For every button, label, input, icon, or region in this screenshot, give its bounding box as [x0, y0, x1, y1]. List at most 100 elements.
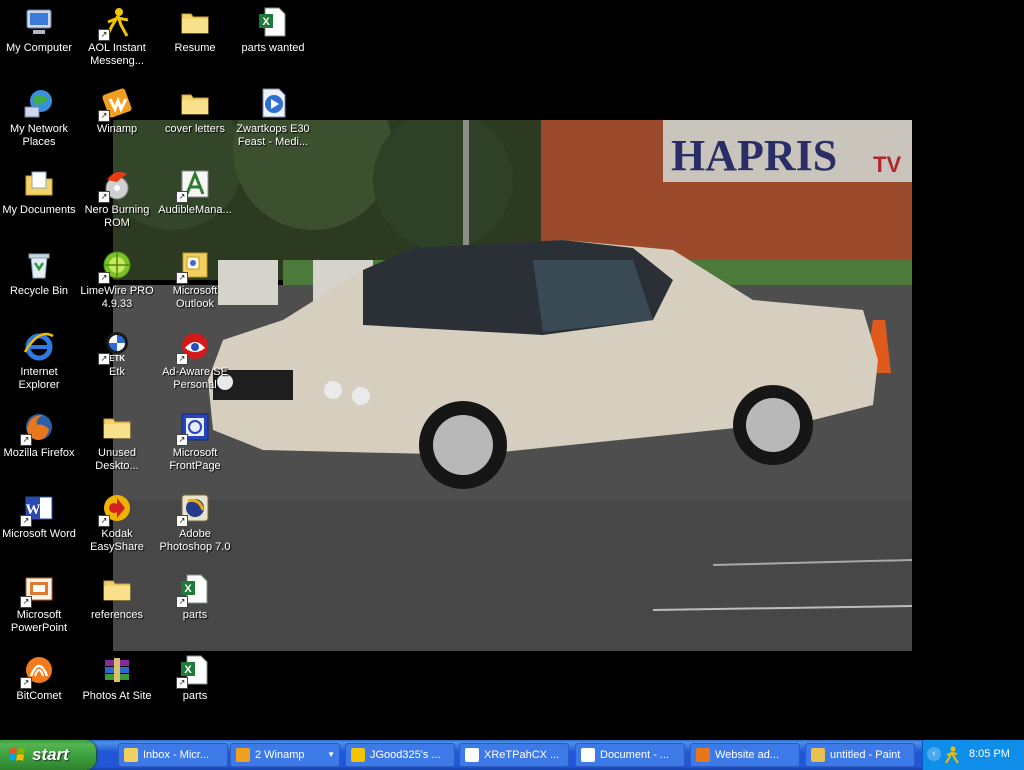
desktop-icon-label: AudibleMana...: [158, 204, 232, 216]
start-button[interactable]: start: [0, 740, 96, 770]
frontpage-icon: ↗: [176, 411, 211, 446]
show-hidden-icons-icon[interactable]: ‹: [927, 747, 941, 761]
desktop-icon-label: Unused Deskto...: [95, 447, 139, 472]
taskbar-button-label: 2 Winamp: [255, 749, 305, 761]
desktop-icon-etk[interactable]: ETK ↗ Etk: [78, 326, 156, 379]
desktop-icon-label: references: [91, 609, 143, 621]
aim-icon: [351, 748, 365, 762]
desktop-icon-limewire-pro-4-9-33[interactable]: ↗ LimeWire PRO 4.9.33: [78, 245, 156, 311]
desktop-icon-zwartkops-e30-feast-medi[interactable]: Zwartkops E30 Feast - Medi...: [234, 83, 312, 149]
desktop-icon-cover-letters[interactable]: cover letters: [156, 83, 234, 136]
shortcut-arrow-icon: ↗: [176, 596, 188, 608]
desktop-icon-label: Kodak EasyShare: [90, 528, 144, 553]
desktop-icon-adobe-photoshop-7-0[interactable]: ↗ Adobe Photoshop 7.0: [156, 488, 234, 554]
desktop-icon-label: My Network Places: [9, 123, 69, 148]
internet-explorer-icon: [23, 330, 55, 362]
document-icon: [581, 748, 595, 762]
desktop-icon-my-network-places[interactable]: My Network Places: [0, 83, 78, 149]
desktop-icon-label: My Computer: [5, 42, 73, 54]
winamp-icon: ↗: [98, 87, 133, 122]
my-computer-icon: [23, 6, 55, 38]
desktop-icon-microsoft-word[interactable]: W ↗ Microsoft Word: [0, 488, 78, 541]
taskbar-button-3[interactable]: JGood325's ...: [345, 743, 455, 767]
desktop-icon-label: Adobe Photoshop 7.0: [159, 528, 231, 553]
desktop-icon-label: Ad-Aware SE Personal: [162, 366, 228, 391]
group-dropdown-icon: ▼: [327, 750, 335, 759]
outlook-icon: ↗: [176, 249, 211, 284]
desktop-icon-parts[interactable]: X ↗ parts: [156, 569, 234, 622]
aim-tray-icon[interactable]: [944, 746, 960, 764]
shortcut-arrow-icon: ↗: [176, 272, 188, 284]
desktop-icon-resume[interactable]: Resume: [156, 2, 234, 55]
desktop-icon-internet-explorer[interactable]: Internet Explorer: [0, 326, 78, 392]
taskbar-button-5[interactable]: Document - ...: [575, 743, 685, 767]
desktop-icon-parts[interactable]: X ↗ parts: [156, 650, 234, 703]
svg-text:X: X: [262, 16, 270, 28]
desktop-icon-label: Resume: [174, 42, 216, 54]
desktop-icon-microsoft-outlook[interactable]: ↗ Microsoft Outlook: [156, 245, 234, 311]
taskbar-button-label: JGood325's ...: [370, 749, 441, 761]
folder-icon: [101, 411, 133, 443]
desktop-icon-microsoft-frontpage[interactable]: ↗ Microsoft FrontPage: [156, 407, 234, 473]
taskbar-button-label: untitled - Paint: [830, 749, 901, 761]
desktop-icon-references[interactable]: references: [78, 569, 156, 622]
excel-file-icon: X ↗: [176, 654, 211, 689]
shortcut-arrow-icon: ↗: [20, 596, 32, 608]
taskbar-button-6[interactable]: Website ad...: [690, 743, 800, 767]
desktop-icon-my-computer[interactable]: My Computer: [0, 2, 78, 55]
desktop-icon-parts-wanted[interactable]: Xparts wanted: [234, 2, 312, 55]
shortcut-arrow-icon: ↗: [98, 353, 110, 365]
desktop-icon-label: Photos At Site: [82, 690, 152, 702]
shortcut-arrow-icon: ↗: [176, 434, 188, 446]
folder-icon: [179, 87, 211, 119]
ad-aware-icon: ↗: [176, 330, 211, 365]
desktop-icon-label: Internet Explorer: [18, 366, 60, 391]
folder-icon: [101, 573, 133, 605]
excel-file-icon: X ↗: [176, 573, 211, 608]
desktop-icon-nero-burning-rom[interactable]: ↗ Nero Burning ROM: [78, 164, 156, 230]
taskbar: start Inbox - Micr... 2 Winamp ▼ JGood325's…: [0, 740, 1024, 770]
audible-icon: ↗: [176, 168, 211, 203]
aim-icon: ↗: [98, 6, 133, 41]
shortcut-arrow-icon: ↗: [176, 515, 188, 527]
desktop-icon-kodak-easyshare[interactable]: ↗ Kodak EasyShare: [78, 488, 156, 554]
desktop-icon-aol-instant-messeng[interactable]: ↗ AOL Instant Messeng...: [78, 2, 156, 68]
paint-icon: [811, 748, 825, 762]
desktop-icon-label: My Documents: [2, 204, 76, 216]
shortcut-arrow-icon: ↗: [98, 29, 110, 41]
desktop-icon-label: Mozilla Firefox: [3, 447, 75, 459]
desktop-icon-audiblemana[interactable]: ↗ AudibleMana...: [156, 164, 234, 217]
taskbar-button-4[interactable]: XReTPahCX ...: [459, 743, 569, 767]
desktop-icon-bitcomet[interactable]: ↗ BitComet: [0, 650, 78, 703]
system-tray: ‹ 8:05 PM: [922, 740, 1024, 770]
hapris-sign-text: HAPRIS: [671, 131, 837, 180]
desktop-icon-winamp[interactable]: ↗ Winamp: [78, 83, 156, 136]
photoshop-icon: ↗: [176, 492, 211, 527]
taskbar-button-2[interactable]: 2 Winamp ▼: [230, 743, 340, 767]
taskbar-button-7[interactable]: untitled - Paint: [805, 743, 915, 767]
shortcut-arrow-icon: ↗: [98, 272, 110, 284]
taskbar-button-label: Inbox - Micr...: [143, 749, 210, 761]
desktop-icon-my-documents[interactable]: My Documents: [0, 164, 78, 217]
taskbar-button-1[interactable]: Inbox - Micr...: [118, 743, 228, 767]
taskbar-button-label: Website ad...: [715, 749, 779, 761]
taskbar-button-label: XReTPahCX ...: [484, 749, 560, 761]
my-documents-icon: [23, 168, 55, 200]
desktop-icon-microsoft-powerpoint[interactable]: ↗ Microsoft PowerPoint: [0, 569, 78, 635]
hapris-sign-suffix: TV: [873, 152, 901, 177]
shortcut-arrow-icon: ↗: [98, 191, 110, 203]
desktop-icon-photos-at-site[interactable]: Photos At Site: [78, 650, 156, 703]
desktop-icon-mozilla-firefox[interactable]: ↗ Mozilla Firefox: [0, 407, 78, 460]
powerpoint-icon: ↗: [20, 573, 55, 608]
desktop-icon-recycle-bin[interactable]: Recycle Bin: [0, 245, 78, 298]
desktop-icon-label: Recycle Bin: [9, 285, 69, 297]
shortcut-arrow-icon: ↗: [20, 677, 32, 689]
outlook-icon: [124, 748, 138, 762]
desktop-icon-label: Zwartkops E30 Feast - Medi...: [236, 123, 310, 148]
winrar-icon: [101, 654, 133, 686]
desktop-icon-label: cover letters: [165, 123, 225, 135]
desktop-icon-ad-aware-se-personal[interactable]: ↗ Ad-Aware SE Personal: [156, 326, 234, 392]
desktop-icon-unused-deskto[interactable]: Unused Deskto...: [78, 407, 156, 473]
svg-text:ETK: ETK: [109, 354, 125, 362]
shortcut-arrow-icon: ↗: [98, 110, 110, 122]
